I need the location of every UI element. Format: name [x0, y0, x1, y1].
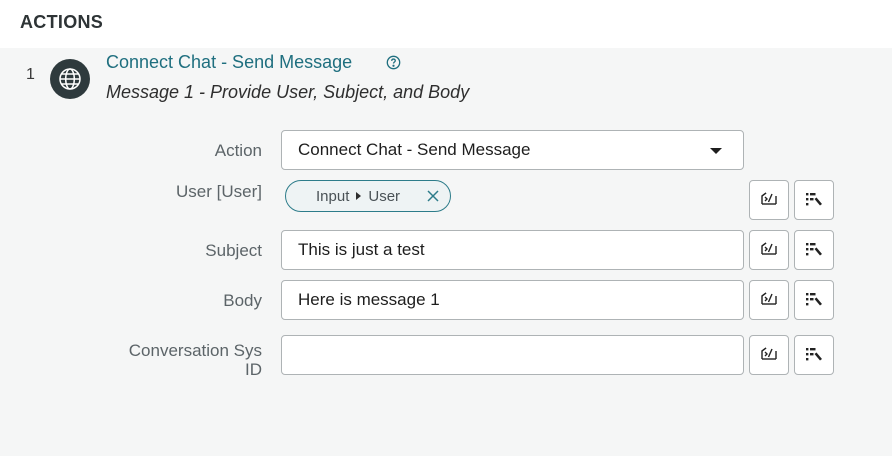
- script-toggle-icon: [761, 292, 777, 305]
- body-input[interactable]: Here is message 1: [281, 280, 744, 320]
- script-toggle-icon: [761, 347, 777, 360]
- script-toggle-button-conversation[interactable]: [749, 335, 789, 375]
- subject-input[interactable]: This is just a test: [281, 230, 744, 270]
- action-number: 1: [26, 66, 35, 83]
- action-subtitle: Message 1 - Provide User, Subject, and B…: [106, 82, 470, 102]
- conversation-sys-id-input[interactable]: [281, 335, 744, 375]
- data-pill-picker-icon: [806, 193, 822, 206]
- pill-part-user: User: [368, 187, 401, 205]
- body-label: Body: [223, 291, 262, 310]
- section-title: ACTIONS: [20, 12, 104, 32]
- script-toggle-icon: [761, 192, 777, 205]
- data-pill-picker-icon: [806, 243, 822, 256]
- data-pill-picker-icon: [806, 293, 822, 306]
- conversation-label-line1: Conversation Sys: [128, 341, 262, 360]
- help-circle-icon[interactable]: [386, 55, 401, 70]
- conversation-label-line2: ID: [245, 360, 262, 379]
- close-icon[interactable]: [426, 189, 440, 203]
- data-pill-picker-button-conversation[interactable]: [794, 335, 834, 375]
- conversation-sys-id-label: Conversation Sys ID: [0, 341, 262, 379]
- pill-part-input: Input: [316, 187, 350, 205]
- section-header: ACTIONS: [0, 0, 892, 48]
- globe-icon: [50, 59, 90, 99]
- data-pill-picker-button-subject[interactable]: [794, 230, 834, 270]
- action-select-value: Connect Chat - Send Message: [298, 140, 531, 159]
- data-pill-picker-button-body[interactable]: [794, 280, 834, 320]
- caret-right-icon: [356, 192, 362, 200]
- chevron-down-icon: [710, 148, 722, 154]
- script-toggle-icon: [761, 242, 777, 255]
- script-toggle-button-subject[interactable]: [749, 230, 789, 270]
- subject-label: Subject: [205, 241, 262, 260]
- action-label: Action: [214, 141, 262, 160]
- user-data-pill[interactable]: Input User: [285, 180, 451, 212]
- action-title-link[interactable]: Connect Chat - Send Message: [106, 52, 352, 73]
- action-select[interactable]: Connect Chat - Send Message: [281, 130, 744, 170]
- user-label: User [User]: [176, 182, 262, 201]
- script-toggle-button-body[interactable]: [749, 280, 789, 320]
- data-pill-picker-button-user[interactable]: [794, 180, 834, 220]
- script-toggle-button-user[interactable]: [749, 180, 789, 220]
- data-pill-picker-icon: [806, 348, 822, 361]
